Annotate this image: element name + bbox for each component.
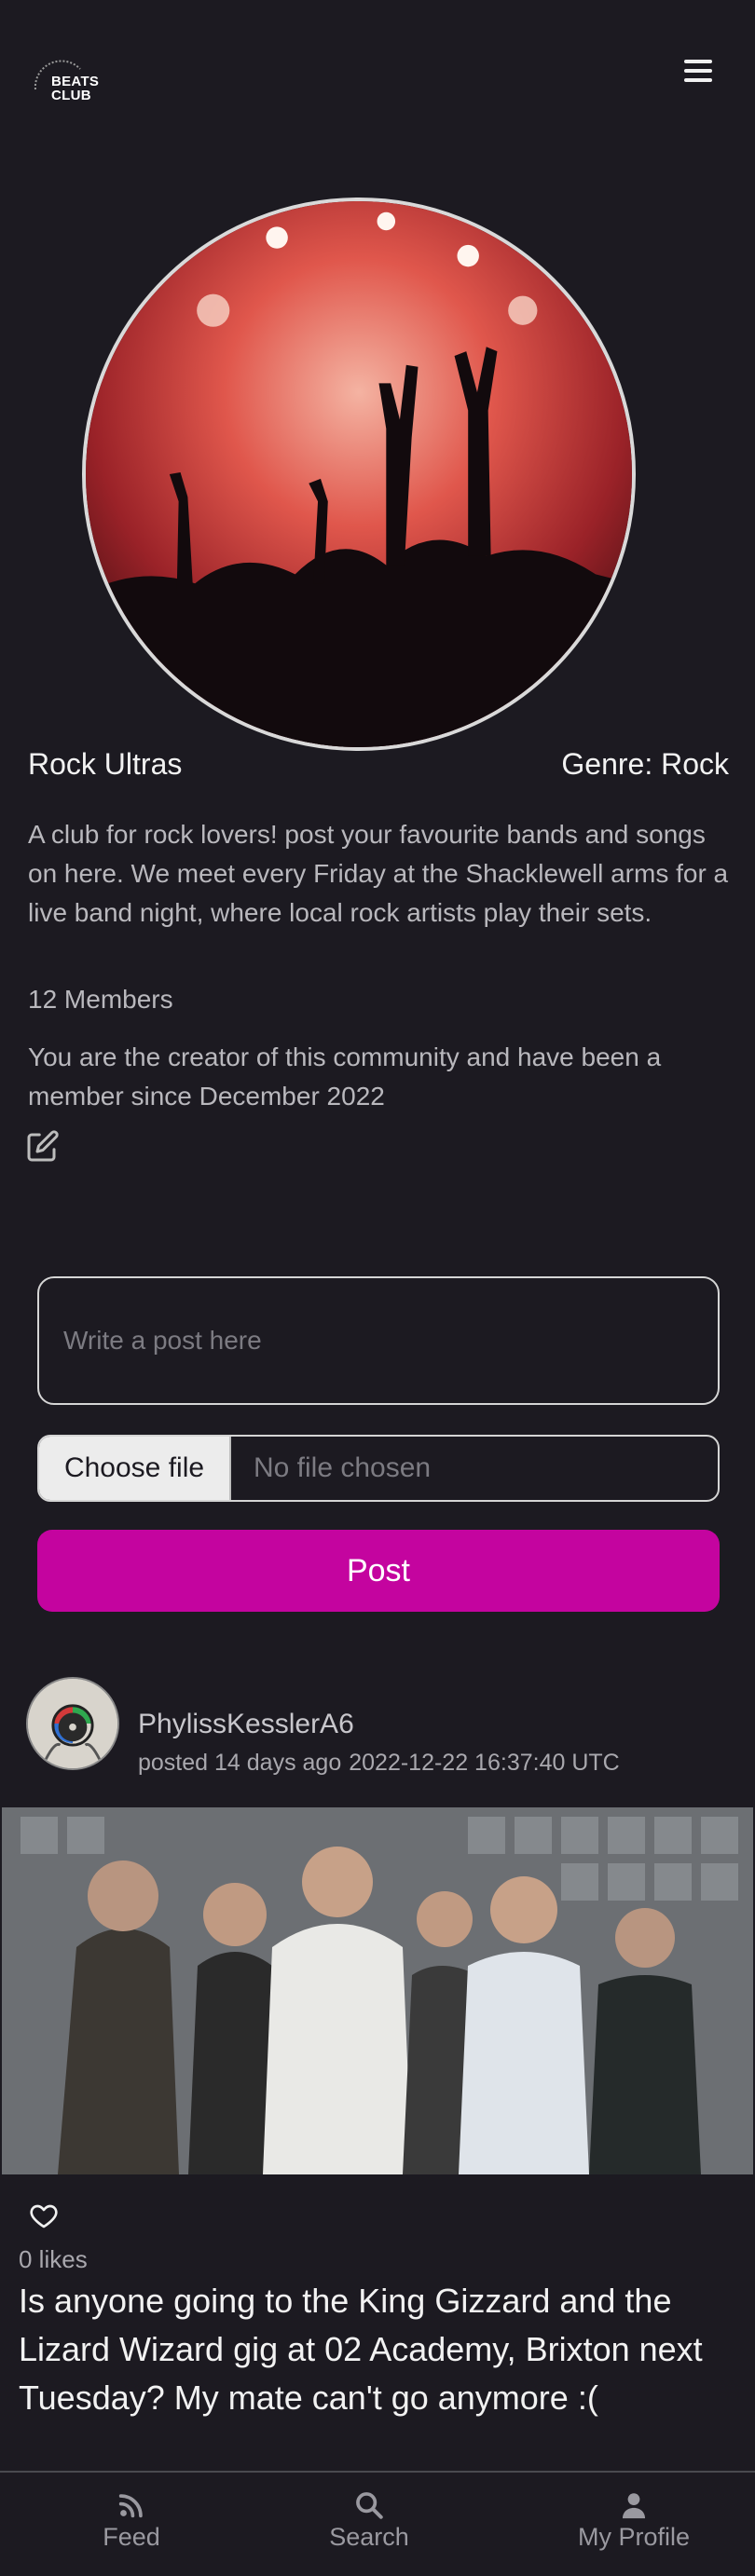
- community-image: [82, 198, 636, 751]
- beats-club-logo[interactable]: BEATS CLUB: [26, 52, 99, 114]
- nav-search[interactable]: Search: [317, 2489, 421, 2552]
- nav-feed[interactable]: Feed: [89, 2489, 173, 2552]
- post-button[interactable]: Post: [37, 1530, 720, 1612]
- posted-ago: posted 14 days ago: [138, 1750, 342, 1776]
- nav-feed-label: Feed: [103, 2523, 160, 2551]
- creator-note: You are the creator of this community an…: [28, 1043, 662, 1111]
- nav-profile[interactable]: My Profile: [570, 2489, 697, 2552]
- file-upload-field[interactable]: Choose file No file chosen: [37, 1435, 720, 1502]
- search-icon: [356, 2492, 383, 2519]
- post-input[interactable]: [37, 1276, 720, 1405]
- choose-file-button[interactable]: Choose file: [39, 1437, 231, 1500]
- heart-icon[interactable]: [28, 2201, 60, 2230]
- bottom-navigation: Feed Search My Profile: [0, 2471, 755, 2576]
- like-count: 0 likes: [19, 2245, 88, 2273]
- rss-feed-icon: [118, 2494, 143, 2518]
- user-icon: [622, 2493, 646, 2519]
- club-genre: Genre: Rock: [561, 747, 729, 781]
- hamburger-menu-icon[interactable]: [684, 60, 712, 84]
- post-image: [2, 1807, 753, 2174]
- logo-text: BEATS CLUB: [51, 74, 100, 103]
- post-author[interactable]: PhylissKesslerA6: [138, 1709, 354, 1740]
- edit-pencil-icon[interactable]: [26, 1129, 62, 1165]
- member-count: 12 Members: [28, 985, 173, 1014]
- club-description: A club for rock lovers! post your favour…: [28, 820, 729, 927]
- nav-profile-label: My Profile: [577, 2523, 691, 2551]
- nav-search-label: Search: [329, 2523, 409, 2551]
- club-name: Rock Ultras: [28, 747, 183, 781]
- post-timestamp: 2022-12-22 16:37:40 UTC: [349, 1750, 620, 1776]
- file-status: No file chosen: [254, 1452, 432, 1483]
- post-text: Is anyone going to the King Gizzard and …: [19, 2282, 703, 2417]
- post-meta: posted 14 days ago 2022-12-22 16:37:40 UT…: [138, 1750, 627, 1777]
- avatar[interactable]: [26, 1677, 119, 1770]
